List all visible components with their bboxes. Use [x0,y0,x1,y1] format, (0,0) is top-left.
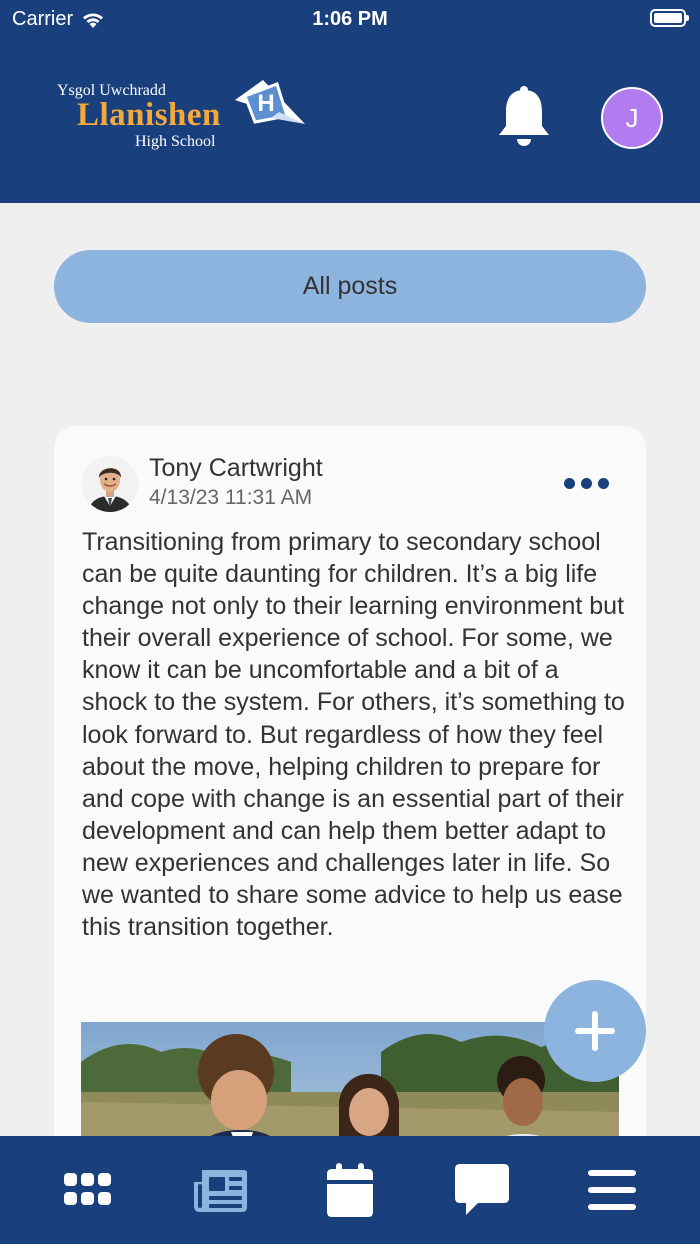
post-timestamp: 4/13/23 11:31 AM [149,486,313,509]
notifications-button[interactable] [496,84,552,148]
logo-emblem-letter: H [257,90,274,117]
school-logo[interactable]: Ysgol Uwchradd Llanishen High School H [55,80,315,160]
post-body-text: Transitioning from primary to secondary … [82,528,625,942]
status-bar: Carrier 1:06 PM [0,0,700,40]
more-dot [581,477,592,489]
post-card: Tony Cartwright 4/13/23 11:31 AM Transit… [54,426,646,1186]
user-avatar[interactable]: J [601,87,663,149]
tab-dashboard[interactable] [56,1158,120,1222]
plus-icon [575,1011,615,1051]
more-dot [564,477,575,489]
status-time: 1:06 PM [312,8,388,30]
logo-emblem-icon: H [235,80,305,124]
tab-calendar[interactable] [318,1158,382,1222]
battery-icon [650,9,689,27]
more-dot [598,477,609,489]
calendar-icon [327,1163,373,1217]
more-options-icon[interactable] [564,474,614,492]
new-post-button[interactable] [544,980,646,1082]
bell-icon [499,86,549,146]
chat-icon [455,1164,509,1215]
logo-line-3: High School [135,133,216,150]
logo-line-2: Llanishen [77,97,221,133]
bottom-tab-bar [0,1136,700,1244]
tab-news[interactable] [188,1158,252,1222]
app-header: Ysgol Uwchradd Llanishen High School H J [0,40,700,203]
all-posts-filter-button[interactable]: All posts [54,250,646,323]
tab-messages[interactable] [450,1158,514,1222]
grid-icon [64,1173,111,1205]
tab-menu[interactable] [580,1158,644,1222]
author-avatar[interactable] [82,456,138,512]
menu-icon [588,1170,636,1210]
post-author-name[interactable]: Tony Cartwright [149,454,323,483]
newspaper-icon [194,1170,247,1212]
author-portrait-icon [82,456,138,512]
